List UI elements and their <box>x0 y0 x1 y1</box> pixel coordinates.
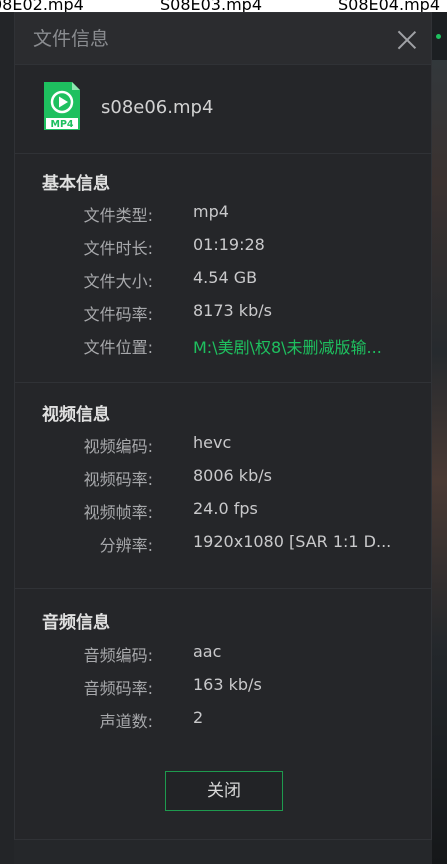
info-row-location: 文件位置: M:\美剧\权8\未删减版输... <box>15 334 431 358</box>
row-value: 163 kb/s <box>193 675 262 694</box>
row-value: 8173 kb/s <box>193 301 272 320</box>
row-label: 分辨率: <box>99 536 153 555</box>
basic-info-title: 基本信息 <box>42 174 110 194</box>
row-label: 文件位置: <box>83 338 153 357</box>
info-row-file-type: 文件类型: mp4 <box>15 202 431 226</box>
row-value: 24.0 fps <box>193 499 258 518</box>
row-value: 01:19:28 <box>193 235 265 254</box>
background-panel-bottom <box>14 840 432 864</box>
close-button[interactable]: 关闭 <box>165 771 283 811</box>
file-location-link[interactable]: M:\美剧\权8\未删减版输... <box>193 334 382 358</box>
video-info-title: 视频信息 <box>42 405 110 425</box>
audio-info-title: 音频信息 <box>42 613 110 633</box>
background-tab <box>432 12 447 60</box>
audio-info-section: 音频信息 音频编码: aac 音频码率: 163 kb/s 声道数: 2 <box>15 588 431 738</box>
row-label: 视频码率: <box>83 470 153 489</box>
row-label: 文件时长: <box>83 239 153 258</box>
info-row-channels: 声道数: 2 <box>15 708 431 732</box>
dialog-titlebar[interactable]: 文件信息 <box>15 13 431 65</box>
info-row-frame-rate: 视频帧率: 24.0 fps <box>15 499 431 523</box>
dialog-title: 文件信息 <box>33 28 110 50</box>
row-label: 声道数: <box>99 712 153 731</box>
row-value: mp4 <box>193 202 229 221</box>
background-file-name: S08E04.mp4 <box>338 0 440 12</box>
background-panel <box>0 12 14 864</box>
info-row-file-size: 文件大小: 4.54 GB <box>15 268 431 292</box>
row-value: 8006 kb/s <box>193 466 272 485</box>
row-value: 2 <box>193 708 204 727</box>
file-name: s08e06.mp4 <box>101 97 214 118</box>
info-row-duration: 文件时长: 01:19:28 <box>15 235 431 259</box>
file-icon-label: MP4 <box>50 119 73 130</box>
row-label: 音频编码: <box>83 646 153 665</box>
info-row-video-bitrate: 视频码率: 8006 kb/s <box>15 466 431 490</box>
info-row-video-codec: 视频编码: hevc <box>15 433 431 457</box>
row-label: 音频码率: <box>83 679 153 698</box>
video-info-section: 视频信息 视频编码: hevc 视频码率: 8006 kb/s 视频帧率: 24… <box>15 382 431 589</box>
file-info-dialog: 文件信息 MP4 s08e06.mp4 基本信息 文件类型: mp4 文件时长:… <box>14 12 432 840</box>
row-label: 视频帧率: <box>83 503 153 522</box>
info-row-audio-bitrate: 音频码率: 163 kb/s <box>15 675 431 699</box>
info-row-resolution: 分辨率: 1920x1080 [SAR 1:1 D... <box>15 532 431 556</box>
green-dot-icon <box>436 34 441 39</box>
file-header: MP4 s08e06.mp4 <box>15 65 431 154</box>
background-file-name: S08E03.mp4 <box>160 0 262 12</box>
background-video-thumbnail <box>432 12 447 864</box>
background-file-strip: 08E02.mp4 S08E03.mp4 S08E04.mp4 <box>0 0 447 12</box>
row-value: 4.54 GB <box>193 268 258 287</box>
row-label: 文件码率: <box>83 305 153 324</box>
row-value: aac <box>193 642 222 661</box>
row-value: hevc <box>193 433 232 452</box>
row-label: 视频编码: <box>83 437 153 456</box>
info-row-audio-codec: 音频编码: aac <box>15 642 431 666</box>
row-label: 文件类型: <box>83 206 153 225</box>
close-icon[interactable] <box>397 30 417 50</box>
mp4-file-icon: MP4 <box>44 82 80 130</box>
basic-info-section: 基本信息 文件类型: mp4 文件时长: 01:19:28 文件大小: 4.54… <box>15 153 431 383</box>
info-row-bitrate: 文件码率: 8173 kb/s <box>15 301 431 325</box>
background-file-name: 08E02.mp4 <box>0 0 84 12</box>
row-value: 1920x1080 [SAR 1:1 D... <box>193 532 392 551</box>
row-label: 文件大小: <box>83 272 153 291</box>
